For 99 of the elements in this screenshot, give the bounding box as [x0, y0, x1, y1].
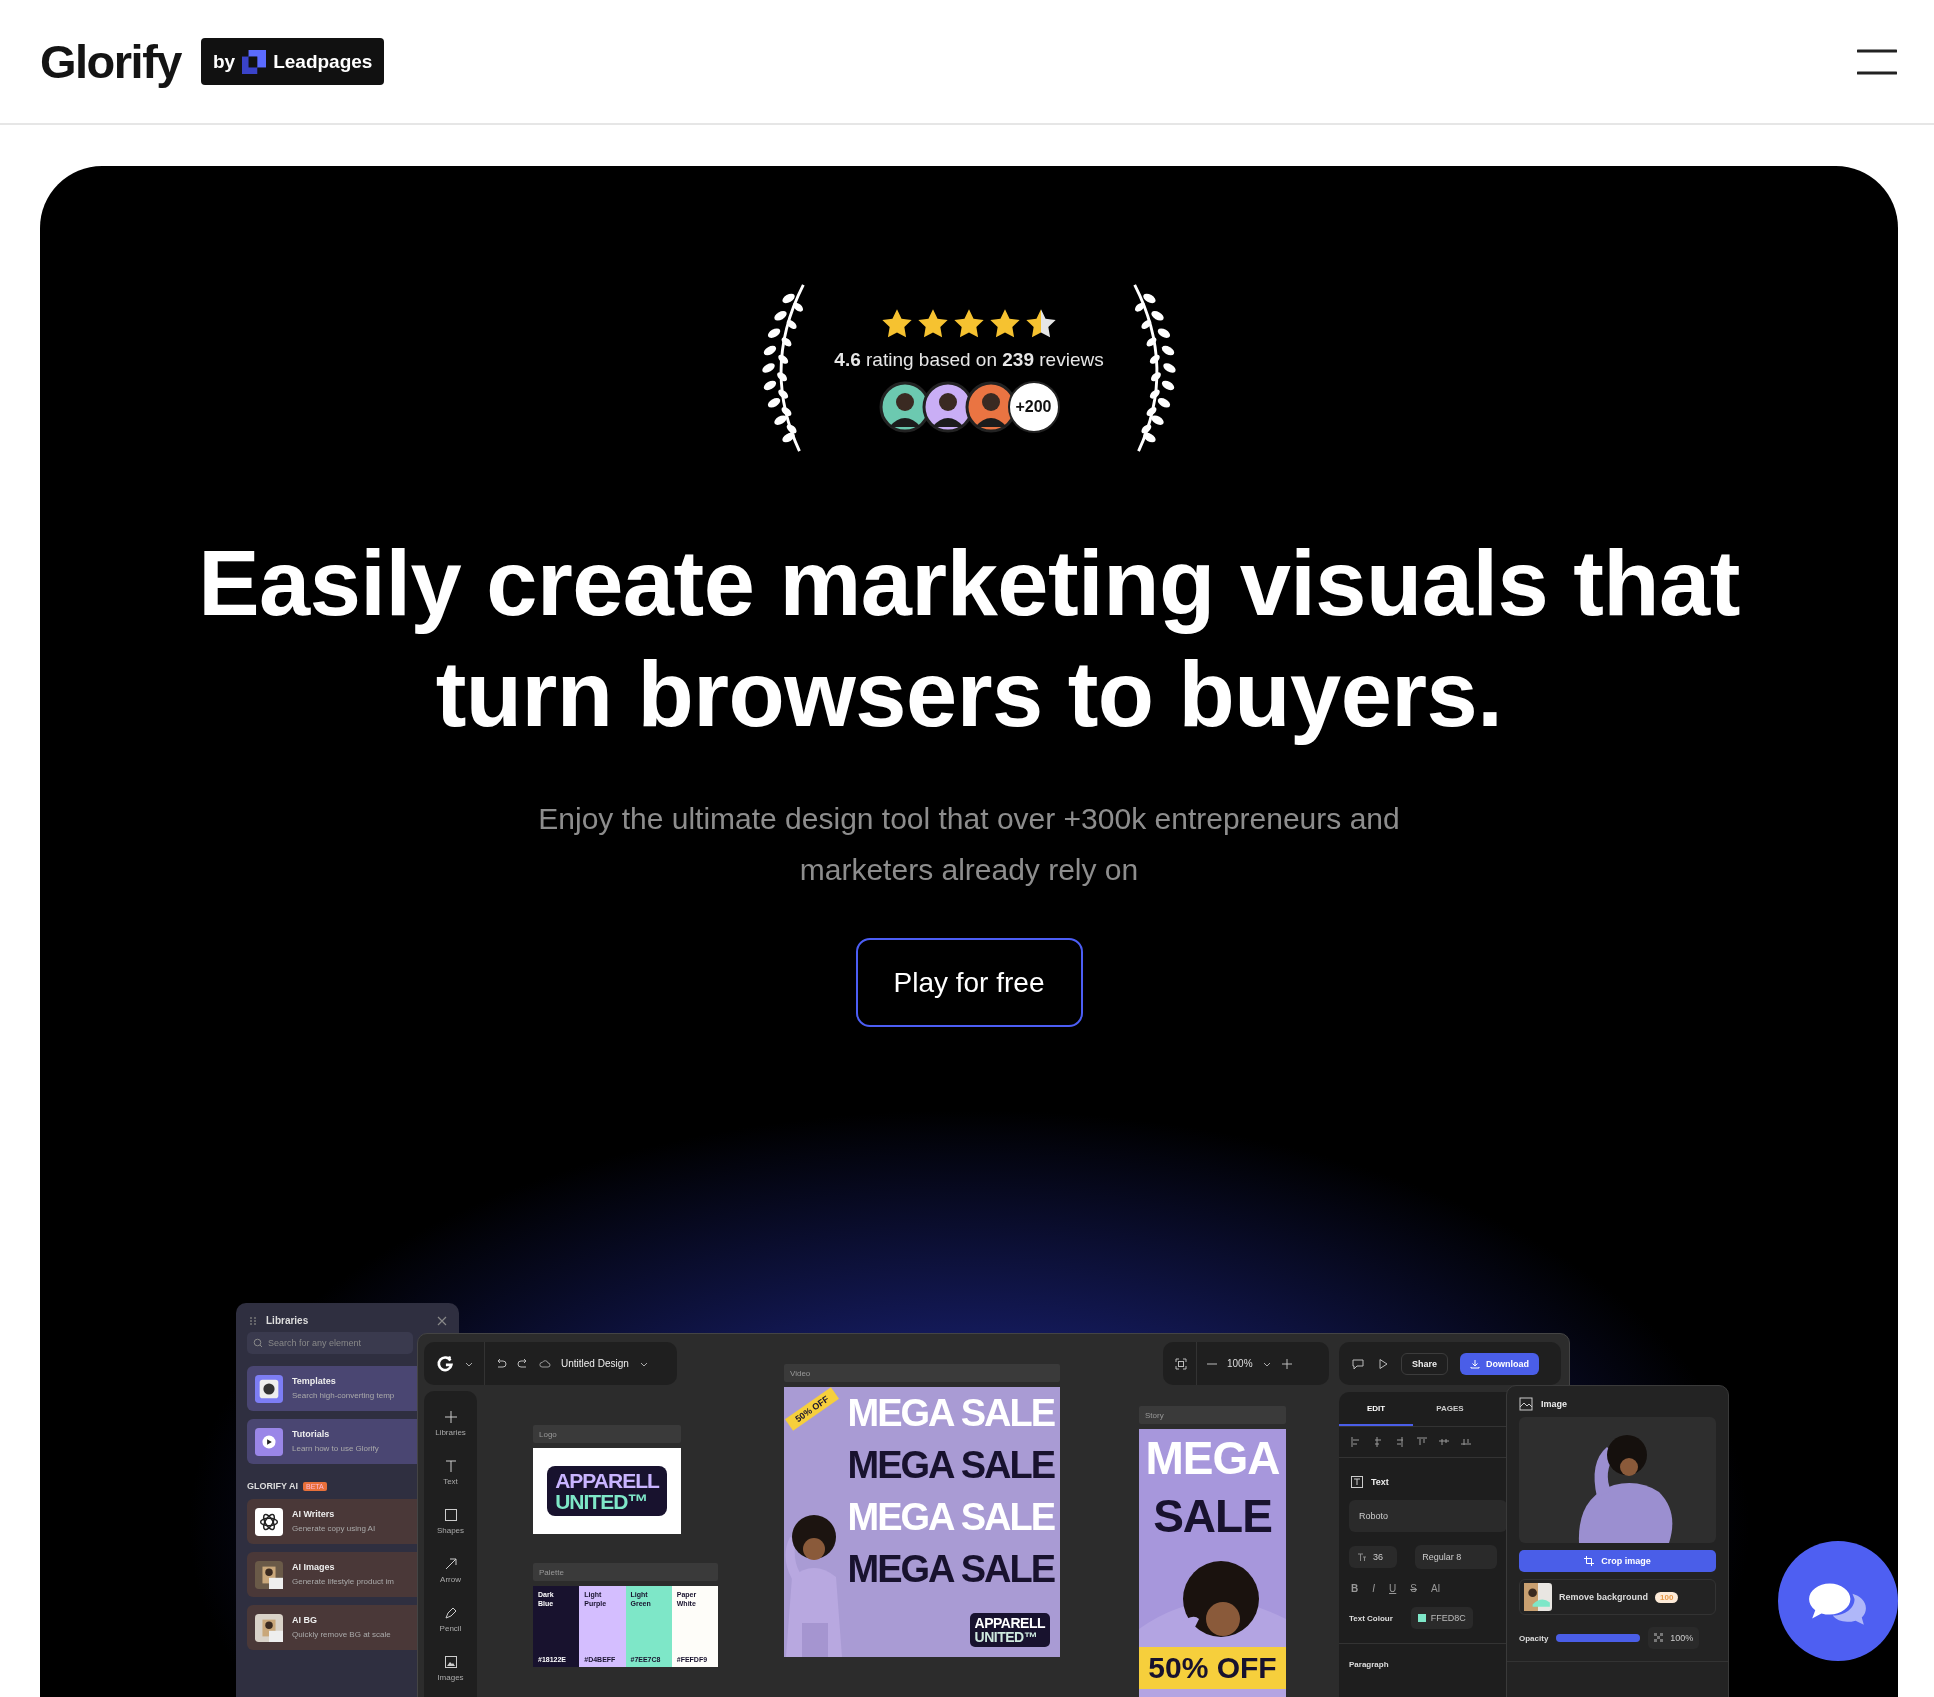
remove-background-button[interactable]: Remove background 100	[1519, 1579, 1716, 1615]
headline: Easily create marketing visuals that turn browsers to buyers.	[197, 531, 1741, 747]
field-label: Opacity	[1519, 1633, 1549, 1643]
square-icon	[443, 1508, 458, 1522]
tool-button[interactable]: Images	[424, 1644, 477, 1693]
colour-field[interactable]: FFED8C	[1410, 1607, 1473, 1629]
comment-icon[interactable]	[1351, 1356, 1365, 1371]
rating-text: 4.6 rating based on 239 reviews	[834, 349, 1104, 371]
plus-icon[interactable]	[1280, 1357, 1293, 1370]
download-icon	[1470, 1358, 1480, 1369]
library-item[interactable]: Tutorials Learn how to use Glorify	[247, 1419, 417, 1464]
panel-title: Image	[1541, 1399, 1567, 1409]
align-icon[interactable]	[1394, 1436, 1406, 1448]
font-field[interactable]: Roboto	[1349, 1500, 1507, 1532]
panel-tab[interactable]: PAGES	[1413, 1392, 1487, 1426]
search-icon	[253, 1338, 263, 1348]
align-icon[interactable]	[1438, 1436, 1450, 1448]
section-title: Paragraph	[1348, 1659, 1390, 1669]
align-icon[interactable]	[1350, 1436, 1362, 1448]
align-icon[interactable]	[1416, 1436, 1428, 1448]
menu-icon[interactable]	[1857, 48, 1897, 75]
tool-button[interactable]: Arrow	[424, 1546, 477, 1595]
font-size-field[interactable]: 36	[1349, 1546, 1398, 1568]
image-icon	[443, 1655, 458, 1669]
font-weight-field[interactable]: Regular 8	[1415, 1545, 1497, 1569]
image-icon	[1519, 1397, 1533, 1411]
play-icon	[255, 1427, 283, 1456]
checkerboard-icon	[1654, 1633, 1665, 1643]
tool-button[interactable]: Text	[424, 1448, 477, 1497]
sale-headline: MEGA SALE	[847, 1495, 1054, 1540]
subtitle: Enjoy the ultimate design tool that over +300k entrepreneurs and marketers already rely on	[537, 801, 1401, 888]
sale-headline: MEGA	[1145, 1431, 1280, 1486]
sale-headline: SALE	[1153, 1489, 1272, 1544]
fit-screen-icon[interactable]	[1175, 1357, 1187, 1370]
text-style-button[interactable]: AI	[1430, 1583, 1441, 1594]
align-icon[interactable]	[1460, 1436, 1472, 1448]
credit-badge: 100	[1655, 1591, 1679, 1603]
photo-icon	[255, 1560, 283, 1589]
section-title: GLORIFY AI	[247, 1481, 298, 1491]
sale-headline: MEGA SALE	[847, 1443, 1054, 1488]
star-icon	[917, 308, 949, 340]
crop-icon	[1584, 1556, 1595, 1566]
star-icon	[1025, 308, 1057, 340]
star-icon	[989, 308, 1021, 340]
redo-icon[interactable]	[517, 1357, 529, 1370]
text-style-button[interactable]: S	[1410, 1583, 1417, 1594]
ai-tool-item[interactable]: AI BG Quickly remove BG at scale	[247, 1605, 417, 1650]
partner-badge: by Leadpages	[200, 38, 385, 85]
text-icon	[1351, 1476, 1363, 1488]
star-icon	[953, 308, 985, 340]
share-button[interactable]: Share	[1401, 1352, 1448, 1375]
brand-logo: APPARELL UNITED™	[547, 1466, 667, 1516]
library-item[interactable]: Templates Search high-converting temp	[247, 1366, 417, 1411]
download-button[interactable]: Download	[1460, 1352, 1539, 1375]
photo-icon	[1524, 1583, 1552, 1611]
star-icon	[881, 308, 913, 340]
cloud-icon	[539, 1357, 551, 1370]
photo-icon	[255, 1613, 283, 1642]
text-style-button[interactable]: I	[1372, 1583, 1375, 1594]
squares-logo-icon	[242, 49, 267, 74]
logo-icon[interactable]	[436, 1354, 454, 1373]
brand-logo: APPARELL UNITED™	[969, 1613, 1050, 1647]
search-field[interactable]: Search for any element	[247, 1332, 413, 1354]
sale-headline: MEGA SALE	[847, 1391, 1054, 1436]
tool-button[interactable]: Shapes	[424, 1497, 477, 1546]
undo-icon[interactable]	[495, 1357, 507, 1370]
card-header: Palette	[533, 1563, 718, 1581]
tool-button[interactable]: Libraries	[424, 1399, 477, 1448]
pencil-icon	[443, 1606, 458, 1620]
arrow-icon	[443, 1557, 458, 1571]
discount-banner: 50% OFF	[1139, 1647, 1286, 1689]
close-icon[interactable]	[437, 1315, 447, 1326]
design-name[interactable]: Untitled Design	[561, 1358, 629, 1369]
field-label: Text Colour	[1349, 1613, 1393, 1623]
font-size-icon	[1357, 1552, 1367, 1562]
card-header: Video	[784, 1364, 1060, 1382]
card-header: Logo	[533, 1425, 681, 1443]
sale-headline: MEGA SALE	[847, 1547, 1054, 1592]
plus-icon	[443, 1410, 458, 1424]
crop-image-button[interactable]: Crop image	[1519, 1550, 1716, 1572]
card-header: Story	[1139, 1406, 1286, 1424]
more-count: +200	[1007, 381, 1060, 433]
section-title: Text	[1371, 1477, 1389, 1487]
zoom-level[interactable]: 100%	[1227, 1358, 1253, 1369]
text-style-button[interactable]: U	[1389, 1583, 1397, 1594]
ai-tool-item[interactable]: AI Writers Generate copy using AI	[247, 1499, 417, 1544]
grip-icon[interactable]	[248, 1315, 258, 1326]
logo[interactable]: Glorify	[40, 34, 181, 89]
text-style-button[interactable]: B	[1351, 1583, 1359, 1594]
opacity-field[interactable]: 100%	[1648, 1627, 1700, 1649]
play-button[interactable]: Play for free	[855, 938, 1083, 1027]
panel-title: Libraries	[266, 1315, 309, 1326]
align-icon[interactable]	[1372, 1436, 1384, 1448]
opacity-slider[interactable]	[1556, 1634, 1641, 1642]
panel-tab[interactable]: EDIT	[1339, 1392, 1413, 1426]
play-icon[interactable]	[1377, 1357, 1389, 1370]
ai-tool-item[interactable]: AI Images Generate lifestyle product im	[247, 1552, 417, 1597]
text-icon	[443, 1459, 458, 1473]
tool-button[interactable]: Pencil	[424, 1595, 477, 1644]
